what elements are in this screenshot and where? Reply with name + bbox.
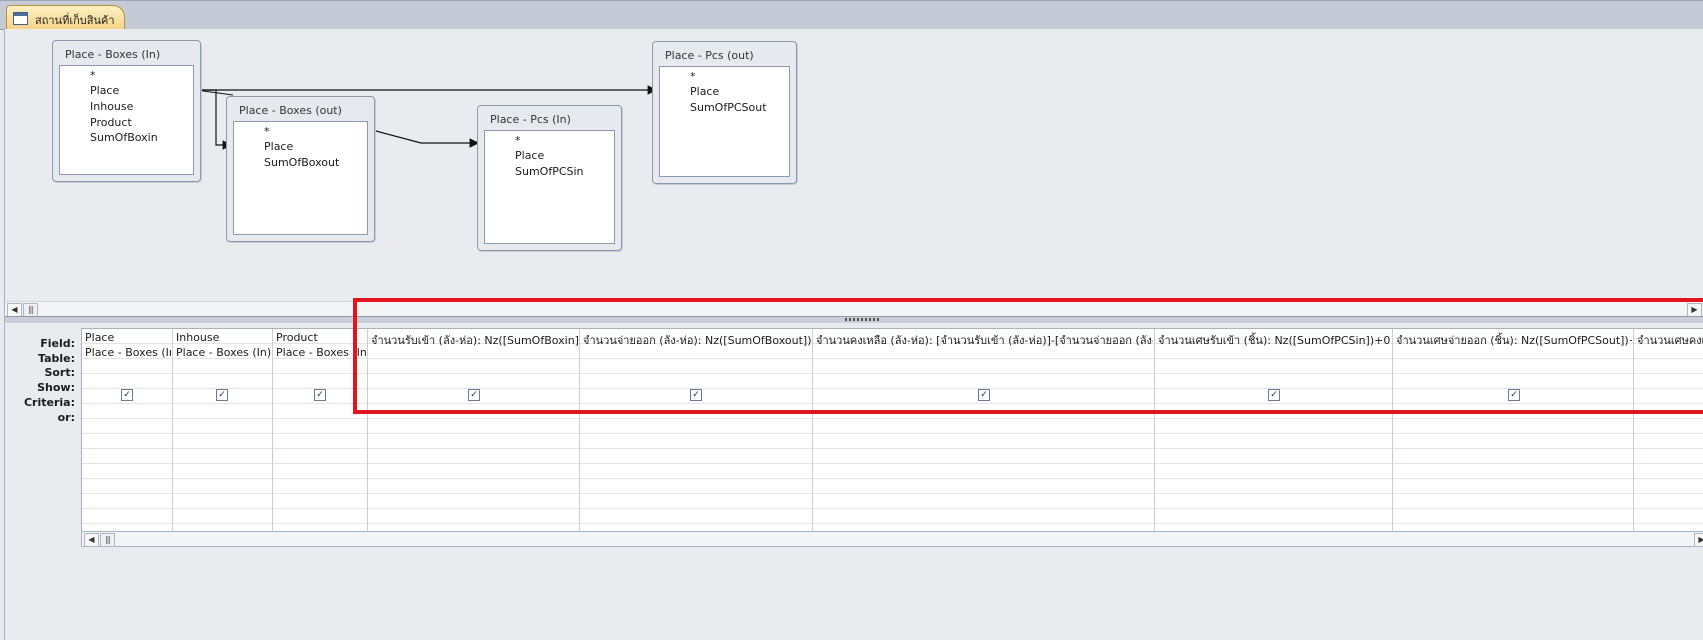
table-title: Place - Pcs (out) (665, 49, 754, 62)
row-label-or: or: (57, 411, 75, 424)
table-place-pcs-in[interactable]: Place - Pcs (In) * Place SumOfPCSin (477, 105, 622, 251)
grid-horizontal-scrollbar[interactable]: ◀ ||| ▶ (81, 531, 1703, 547)
show-checkbox[interactable]: ✓ (314, 389, 326, 401)
field-item[interactable]: Inhouse (90, 100, 133, 113)
field-list: * Place Inhouse Product SumOfBoxin (59, 65, 194, 175)
table-title: Place - Boxes (In) (65, 48, 161, 61)
join-line-boxin-boxout-2 (195, 89, 234, 96)
field-item[interactable]: SumOfPCSout (690, 101, 767, 114)
field-item[interactable]: Product (90, 116, 132, 129)
row-label-field: Field: (40, 337, 75, 350)
query-design-icon (13, 12, 28, 25)
table-place-boxes-out[interactable]: Place - Boxes (out) * Place SumOfBoxout (226, 96, 375, 242)
field-item[interactable]: SumOfBoxin (90, 131, 158, 144)
show-checkbox[interactable]: ✓ (121, 389, 133, 401)
grid-column[interactable]: Inhouse Place - Boxes (In) ✓ (173, 329, 273, 539)
scroll-left-arrow-icon[interactable]: ◀ (84, 533, 99, 547)
row-label-table: Table: (37, 352, 75, 365)
field-list: * Place SumOfPCSout (659, 66, 790, 177)
field-item[interactable]: Place (90, 84, 119, 97)
scroll-right-arrow-icon[interactable]: ▶ (1694, 533, 1703, 547)
highlight-annotation-box (353, 298, 1703, 414)
field-cell[interactable]: Place (85, 331, 171, 344)
field-item[interactable]: SumOfPCSin (515, 165, 584, 178)
table-cell[interactable]: Place - Boxes (In) (85, 346, 171, 359)
row-label-show: Show: (37, 381, 75, 394)
table-title: Place - Pcs (In) (490, 113, 571, 126)
row-label-criteria: Criteria: (23, 396, 75, 409)
scroll-thumb[interactable]: ||| (100, 533, 115, 547)
field-item[interactable]: * (515, 134, 521, 147)
field-cell[interactable]: Inhouse (176, 331, 271, 344)
field-item[interactable]: Place (690, 85, 719, 98)
query-tab-label: สถานที่เก็บสินค้า (35, 14, 115, 27)
table-cell[interactable]: Place - Boxes (In) (176, 346, 271, 359)
grid-column[interactable]: Place Place - Boxes (In) ✓ (82, 329, 173, 539)
join-line-boxout-pcsin (375, 130, 480, 148)
row-label-sort: Sort: (44, 366, 75, 379)
field-list: * Place SumOfBoxout (233, 121, 368, 235)
field-item[interactable]: * (264, 125, 270, 138)
table-title: Place - Boxes (out) (239, 104, 342, 117)
field-item[interactable]: * (90, 69, 96, 82)
query-design-window: สถานที่เก็บสินค้า Place - Boxes (In) * P… (0, 0, 1703, 640)
scroll-thumb[interactable]: ||| (23, 303, 38, 317)
show-checkbox[interactable]: ✓ (216, 389, 228, 401)
table-place-pcs-out[interactable]: Place - Pcs (out) * Place SumOfPCSout (652, 41, 797, 184)
scroll-left-arrow-icon[interactable]: ◀ (7, 303, 22, 317)
field-item[interactable]: SumOfBoxout (264, 156, 339, 169)
field-item[interactable]: * (690, 70, 696, 83)
field-list: * Place SumOfPCSin (484, 130, 615, 244)
field-item[interactable]: Place (264, 140, 293, 153)
table-place-boxes-in[interactable]: Place - Boxes (In) * Place Inhouse Produ… (52, 40, 201, 182)
document-tab-strip: สถานที่เก็บสินค้า (0, 0, 1703, 30)
table-design-area: Place - Boxes (In) * Place Inhouse Produ… (5, 29, 1703, 301)
query-tab[interactable]: สถานที่เก็บสินค้า (6, 5, 125, 29)
field-item[interactable]: Place (515, 149, 544, 162)
